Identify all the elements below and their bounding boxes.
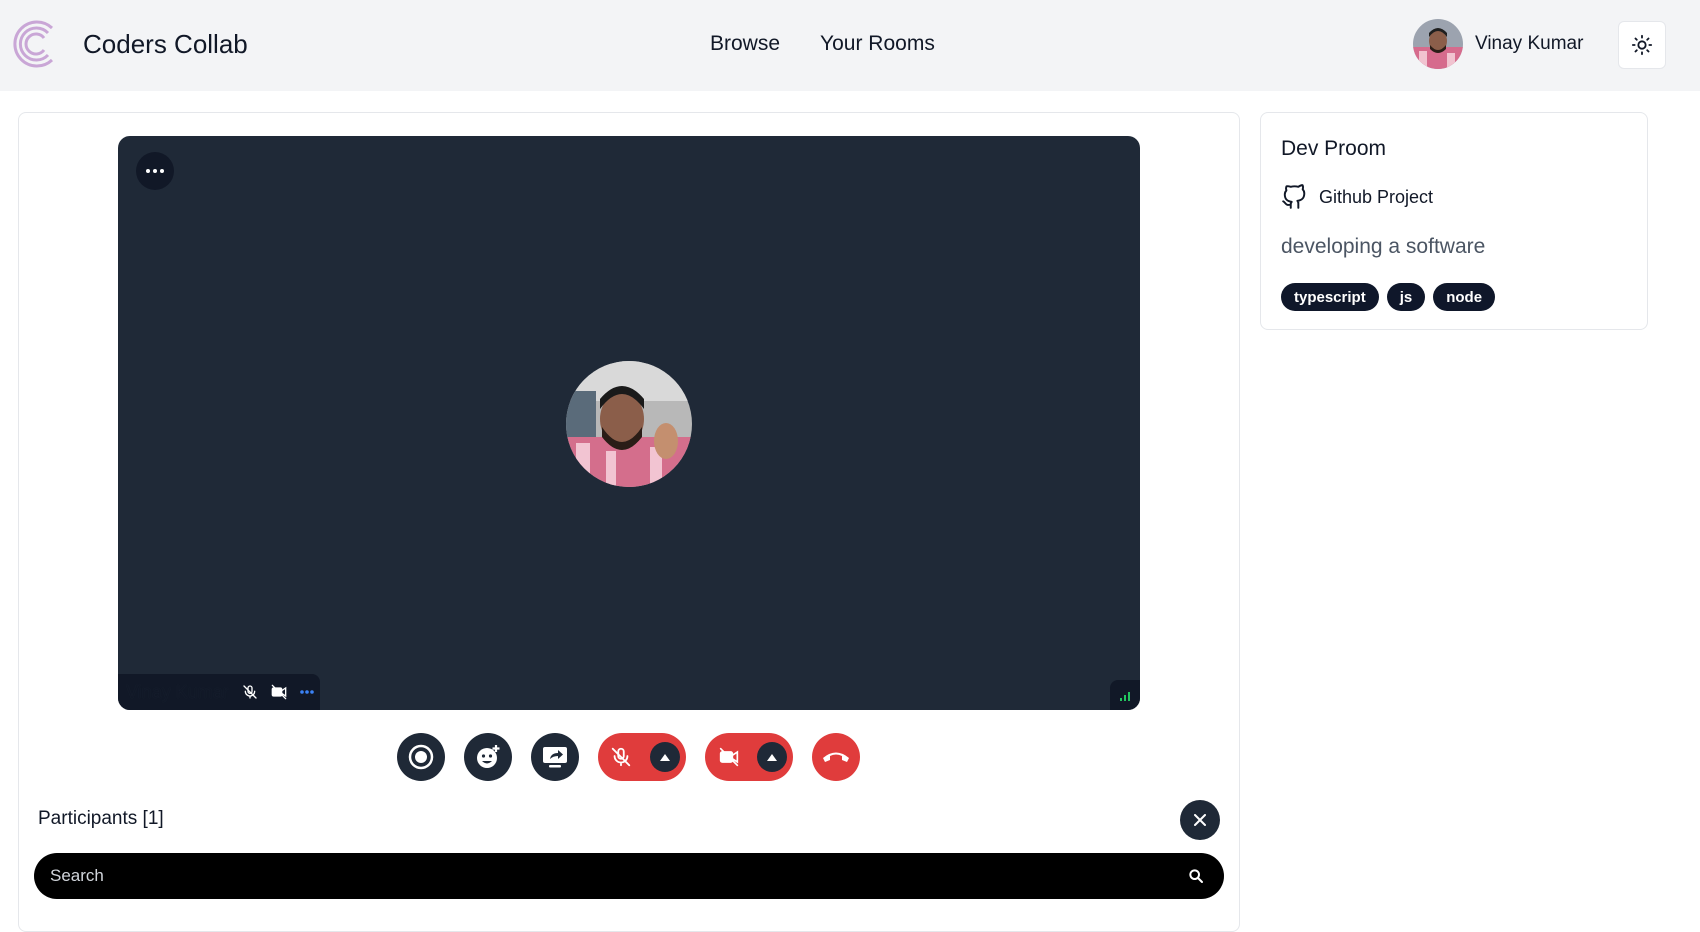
- tag-badge[interactable]: typescript: [1281, 283, 1379, 311]
- nav-your-rooms[interactable]: Your Rooms: [820, 32, 935, 56]
- network-signal-icon: [1110, 680, 1140, 710]
- participant-search: [34, 853, 1224, 899]
- main-nav: Browse Your Rooms: [710, 32, 935, 56]
- more-icon: [146, 169, 164, 173]
- mic-toggle-button[interactable]: [598, 733, 686, 781]
- tag-badge[interactable]: node: [1433, 283, 1496, 311]
- sun-icon: [1631, 34, 1653, 56]
- user-name[interactable]: Vinay Kumar: [1475, 33, 1583, 55]
- chevron-up-icon: [767, 753, 777, 761]
- nav-browse[interactable]: Browse: [710, 32, 780, 56]
- mic-off-icon: [243, 685, 257, 699]
- participants-heading: Participants [1]: [38, 808, 164, 829]
- user-menu[interactable]: Vinay Kumar: [1413, 19, 1583, 69]
- theme-toggle-button[interactable]: [1618, 21, 1666, 69]
- camera-options-button[interactable]: [757, 742, 787, 772]
- brand-name[interactable]: Coders Collab: [83, 29, 248, 60]
- mic-options-button[interactable]: [650, 742, 680, 772]
- participant-avatar: [566, 361, 692, 487]
- close-icon: [1194, 814, 1206, 826]
- github-project-link[interactable]: Github Project: [1281, 183, 1433, 211]
- app-logo-icon[interactable]: [8, 16, 60, 72]
- close-participants-button[interactable]: [1180, 800, 1220, 840]
- emoji-add-icon: [477, 745, 500, 768]
- participant-name: Vinay Kumar: [126, 681, 229, 702]
- mic-off-icon: [611, 747, 631, 767]
- github-link-label[interactable]: Github Project: [1319, 187, 1433, 208]
- camera-off-icon: [271, 684, 287, 700]
- phone-hangup-icon: [823, 752, 849, 762]
- record-icon: [408, 744, 434, 770]
- participant-search-input[interactable]: [50, 866, 1188, 886]
- participant-more-icon[interactable]: [300, 690, 314, 694]
- room-info-card: Dev Proom Github Project developing a so…: [1260, 112, 1648, 330]
- tile-more-options-button[interactable]: [136, 152, 174, 190]
- participant-name-tag: Vinay Kumar: [118, 674, 320, 710]
- search-icon[interactable]: [1188, 868, 1204, 884]
- record-button[interactable]: [397, 733, 445, 781]
- user-avatar[interactable]: [1413, 19, 1463, 69]
- screen-share-button[interactable]: [531, 733, 579, 781]
- reaction-button[interactable]: [464, 733, 512, 781]
- room-description: developing a software: [1281, 235, 1486, 258]
- call-controls: [397, 733, 860, 781]
- room-title: Dev Proom: [1281, 137, 1387, 160]
- screen-share-icon: [543, 747, 567, 768]
- camera-off-icon: [719, 747, 739, 767]
- leave-call-button[interactable]: [812, 733, 860, 781]
- top-header: Coders Collab Browse Your Rooms Vinay Ku…: [0, 0, 1700, 91]
- tag-badge[interactable]: js: [1386, 283, 1426, 311]
- chevron-up-icon: [660, 753, 670, 761]
- github-icon: [1282, 184, 1306, 209]
- room-tags: typescript js node: [1281, 283, 1496, 311]
- video-tile: Vinay Kumar: [118, 136, 1140, 710]
- camera-toggle-button[interactable]: [705, 733, 793, 781]
